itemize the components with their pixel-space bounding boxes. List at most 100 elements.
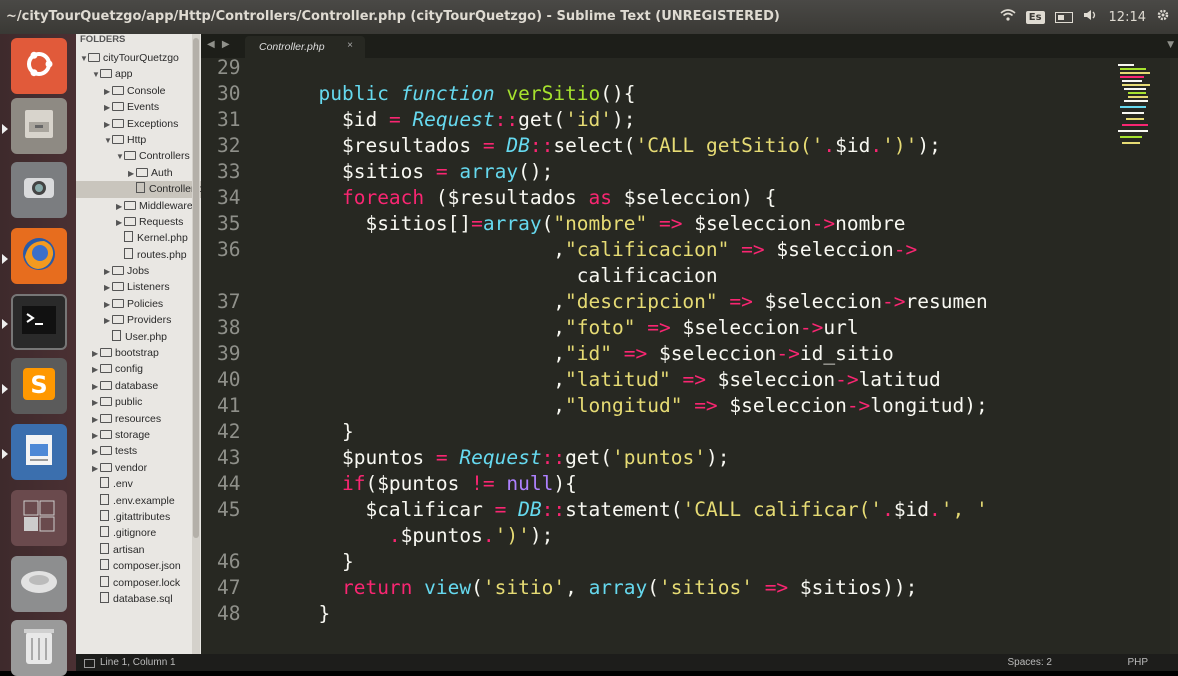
sidebar-file[interactable]: Controller.php <box>76 181 201 198</box>
firefox-launcher[interactable] <box>11 228 67 284</box>
chevron-right-icon[interactable]: ▶ <box>116 199 124 214</box>
chevron-right-icon[interactable]: ▶ <box>128 166 136 181</box>
sidebar-folder[interactable]: ▶ public <box>76 394 201 410</box>
code-editor[interactable]: 29 30 31 32 33 34 35 36 37 38 39 40 41 42 43 44 45 46 47 48… <box>201 58 1178 654</box>
terminal-launcher[interactable] <box>11 294 67 350</box>
code-line[interactable]: public function verSitio(){ <box>295 81 635 107</box>
chevron-down-icon[interactable]: ▼ <box>1167 40 1174 50</box>
sidebar-folder[interactable]: ▶ storage <box>76 427 201 443</box>
code-area[interactable]: public function verSitio(){ $id = Reques… <box>201 58 1111 654</box>
chevron-right-icon[interactable]: ▶ <box>92 412 100 427</box>
code-line[interactable]: foreach ($resultados as $seleccion) { <box>295 185 776 211</box>
chevron-right-icon[interactable]: ▶ <box>104 280 112 295</box>
sidebar-folder[interactable]: ▼ app <box>76 66 201 82</box>
scanner-launcher[interactable] <box>11 162 67 218</box>
code-line[interactable]: ,"descripcion" => $seleccion->resumen <box>295 289 987 315</box>
sidebar-folder[interactable]: ▶ Providers <box>76 312 201 328</box>
code-line[interactable]: return view('sitio', array('sitios' => $… <box>295 575 917 601</box>
battery-icon[interactable] <box>1054 11 1073 23</box>
chevron-right-icon[interactable]: ▶ <box>92 444 100 459</box>
chevron-down-icon[interactable]: ▼ <box>116 149 124 164</box>
ubuntu-dash-button[interactable] <box>11 38 67 94</box>
sidebar-file[interactable]: .env.example <box>76 493 201 509</box>
sidebar-folder[interactable]: ▶ Exceptions <box>76 116 201 132</box>
chevron-right-icon[interactable]: ▶ <box>104 264 112 279</box>
chevron-right-icon[interactable]: ▶ <box>92 395 100 410</box>
sidebar-folder[interactable]: ▶ tests <box>76 443 201 459</box>
sidebar-file[interactable]: Kernel.php <box>76 230 201 246</box>
sidebar-folder[interactable]: ▶ Jobs <box>76 263 201 279</box>
chevron-right-icon[interactable]: ▶ <box>116 215 124 230</box>
code-line[interactable]: $resultados = DB::select('CALL getSitio(… <box>295 133 941 159</box>
code-line[interactable]: ,"foto" => $seleccion->url <box>295 315 858 341</box>
drive-launcher[interactable] <box>11 556 67 612</box>
chevron-right-icon[interactable]: ▶ <box>104 313 112 328</box>
editor-scrollbar[interactable] <box>1170 58 1178 654</box>
sublime-launcher[interactable]: S <box>11 358 67 414</box>
code-line[interactable]: } <box>295 549 354 575</box>
workspace-switcher[interactable] <box>11 490 67 546</box>
sidebar-file[interactable]: routes.php <box>76 247 201 263</box>
sidebar-file[interactable]: User.php <box>76 329 201 345</box>
code-line[interactable]: $puntos = Request::get('puntos'); <box>295 445 729 471</box>
chevron-right-icon[interactable]: ▶ <box>104 117 112 132</box>
chevron-down-icon[interactable]: ▼ <box>92 67 100 82</box>
syntax-selector[interactable]: PHP <box>1127 657 1148 668</box>
code-line[interactable]: $id = Request::get('id'); <box>295 107 636 133</box>
wifi-icon[interactable] <box>1000 9 1016 25</box>
sidebar-folder[interactable]: ▶ Policies <box>76 296 201 312</box>
code-line[interactable]: ,"id" => $seleccion->id_sitio <box>295 341 894 367</box>
code-line[interactable]: $sitios = array(); <box>295 159 553 185</box>
chevron-right-icon[interactable]: ▶ <box>92 362 100 377</box>
chevron-right-icon[interactable]: ▶ <box>104 297 112 312</box>
sidebar-file[interactable]: artisan <box>76 542 201 558</box>
code-line[interactable]: $calificar = DB::statement('CALL calific… <box>295 497 987 523</box>
sidebar-folder[interactable]: ▶ bootstrap <box>76 345 201 361</box>
files-launcher[interactable] <box>11 98 67 154</box>
code-line[interactable]: calificacion <box>295 263 718 289</box>
chevron-right-icon[interactable]: ▶ <box>92 428 100 443</box>
sidebar-folder[interactable]: ▶ Middleware <box>76 198 201 214</box>
sidebar-file[interactable]: composer.json <box>76 558 201 574</box>
code-line[interactable]: ,"latitud" => $seleccion->latitud <box>295 367 940 393</box>
sidebar-file[interactable]: composer.lock <box>76 575 201 591</box>
sidebar-folder[interactable]: ▼ Controllers <box>76 148 201 164</box>
chevron-down-icon[interactable]: ▼ <box>80 51 88 66</box>
sidebar-folder[interactable]: ▼ Http <box>76 132 201 148</box>
sidebar-file[interactable]: .env <box>76 476 201 492</box>
sidebar-folder[interactable]: ▶ resources <box>76 411 201 427</box>
close-icon[interactable]: × <box>347 40 353 51</box>
chevron-right-icon[interactable]: ▶ <box>104 84 112 99</box>
trash-launcher[interactable] <box>11 620 67 676</box>
code-line[interactable]: .$puntos.')'); <box>295 523 553 549</box>
indentation-setting[interactable]: Spaces: 2 <box>1008 657 1052 668</box>
keyboard-layout-indicator[interactable]: Es <box>1025 10 1045 24</box>
chevron-down-icon[interactable]: ▼ <box>104 133 112 148</box>
minimap[interactable] <box>1114 62 1150 152</box>
tab-controller-php[interactable]: Controller.php × <box>245 36 365 58</box>
gear-icon[interactable] <box>1156 8 1170 26</box>
sidebar-folder[interactable]: ▶ Console <box>76 83 201 99</box>
sidebar-folder[interactable]: ▶ Events <box>76 99 201 115</box>
code-line[interactable]: ,"longitud" => $seleccion->longitud); <box>295 393 987 419</box>
sidebar-folder[interactable]: ▶ database <box>76 378 201 394</box>
volume-icon[interactable] <box>1083 9 1099 25</box>
tab-nav-arrows[interactable]: ◀ ▶ <box>207 39 232 50</box>
sidebar-scrollbar-thumb[interactable] <box>193 38 199 538</box>
sidebar-folder[interactable]: ▶ Auth <box>76 165 201 181</box>
chevron-right-icon[interactable]: ▶ <box>92 346 100 361</box>
chevron-right-icon[interactable]: ▶ <box>92 461 100 476</box>
chevron-right-icon[interactable]: ▶ <box>92 379 100 394</box>
sidebar-folder[interactable]: ▶ Listeners <box>76 279 201 295</box>
sidebar-folder[interactable]: ▶ config <box>76 361 201 377</box>
sidebar-file[interactable]: database.sql <box>76 591 201 607</box>
chevron-right-icon[interactable]: ▶ <box>104 100 112 115</box>
sidebar-folder[interactable]: ▼ cityTourQuetzgo <box>76 50 201 66</box>
sidebar-file[interactable]: .gitignore <box>76 525 201 541</box>
code-line[interactable]: } <box>295 419 354 445</box>
panel-toggle-icon[interactable] <box>84 659 95 668</box>
code-line[interactable]: if($puntos != null){ <box>295 471 577 497</box>
sidebar-folder[interactable]: ▶ Requests <box>76 214 201 230</box>
code-line[interactable]: ,"calificacion" => $seleccion-> <box>295 237 917 263</box>
code-line[interactable]: $sitios[]=array("nombre" => $seleccion->… <box>295 211 905 237</box>
